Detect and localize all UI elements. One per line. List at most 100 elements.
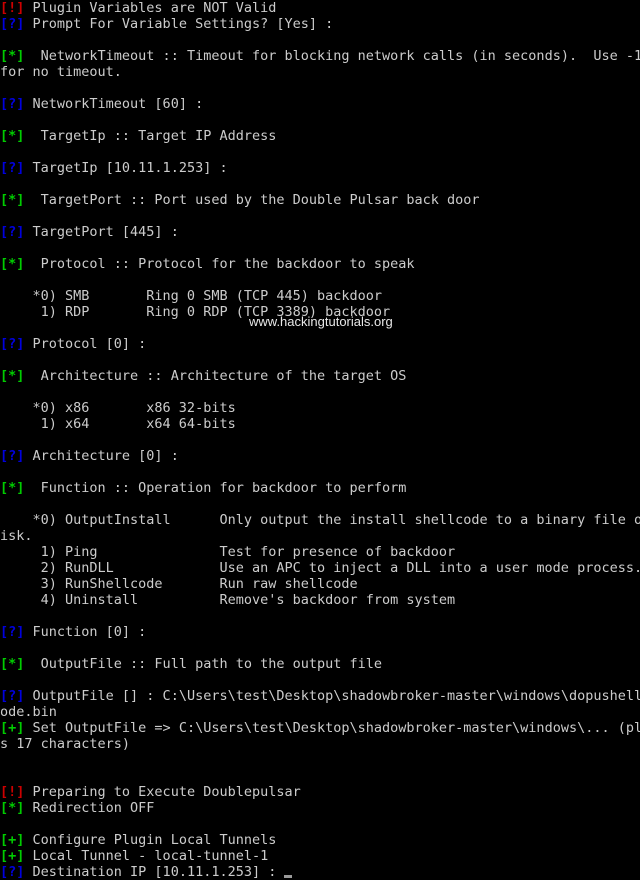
terminal-line: [?] NetworkTimeout [60] :: [0, 96, 640, 112]
terminal-line: [*] TargetPort :: Port used by the Doubl…: [0, 192, 640, 208]
status-tag-info: [*]: [0, 368, 25, 384]
status-tag-err: [!]: [0, 0, 25, 16]
status-tag-ask: [?]: [0, 224, 25, 240]
terminal-line-text: ode.bin: [0, 704, 57, 720]
terminal-line: for no timeout.: [0, 64, 640, 80]
status-tag-ask: [?]: [0, 96, 25, 112]
terminal-line: [?] OutputFile [] : C:\Users\test\Deskto…: [0, 688, 640, 704]
terminal-line-text: *0) OutputInstall Only output the instal…: [0, 512, 640, 528]
terminal-line: [+] Local Tunnel - local-tunnel-1: [0, 848, 640, 864]
terminal-line-text: 3) RunShellcode Run raw shellcode: [0, 576, 358, 592]
terminal-line-text: TargetIp [10.11.1.253] :: [24, 160, 228, 176]
terminal-line: [!] Plugin Variables are NOT Valid: [0, 0, 640, 16]
terminal-line-text: NetworkTimeout :: Timeout for blocking n…: [24, 48, 640, 64]
terminal-line-text: NetworkTimeout [60] :: [24, 96, 204, 112]
terminal-line-text: *0) SMB Ring 0 SMB (TCP 445) backdoor: [0, 288, 383, 304]
terminal-line: 4) Uninstall Remove's backdoor from syst…: [0, 592, 640, 608]
terminal-line: [!] Preparing to Execute Doublepulsar: [0, 784, 640, 800]
terminal-line: 3) RunShellcode Run raw shellcode: [0, 576, 640, 592]
terminal-line: [?] TargetIp [10.11.1.253] :: [0, 160, 640, 176]
status-tag-ask: [?]: [0, 160, 25, 176]
terminal-line-text: Prompt For Variable Settings? [Yes] :: [24, 16, 334, 32]
status-tag-ask: [?]: [0, 864, 25, 880]
terminal-line-text: Architecture :: Architecture of the targ…: [24, 368, 407, 384]
terminal-line-text: Preparing to Execute Doublepulsar: [24, 784, 301, 800]
terminal-line-text: 1) x64 x64 64-bits: [0, 416, 236, 432]
status-tag-ask: [?]: [0, 448, 25, 464]
terminal-line-text: OutputFile :: Full path to the output fi…: [24, 656, 383, 672]
terminal-line: [?] Protocol [0] :: [0, 336, 640, 352]
text-cursor: [284, 875, 293, 878]
terminal-line-text: Plugin Variables are NOT Valid: [24, 0, 277, 16]
terminal-line-text: Protocol :: Protocol for the backdoor to…: [24, 256, 415, 272]
terminal-line-text: Architecture [0] :: [24, 448, 179, 464]
terminal-line-text: Function [0] :: [24, 624, 147, 640]
status-tag-ask: [?]: [0, 16, 25, 32]
terminal-line-text: for no timeout.: [0, 64, 122, 80]
terminal-line: 1) x64 x64 64-bits: [0, 416, 640, 432]
status-tag-err: [!]: [0, 784, 25, 800]
terminal-line-text: 2) RunDLL Use an APC to inject a DLL int…: [0, 560, 640, 576]
status-tag-info: [*]: [0, 48, 25, 64]
terminal-line-text: Configure Plugin Local Tunnels: [24, 832, 277, 848]
status-tag-ask: [?]: [0, 336, 25, 352]
terminal-line-text: OutputFile [] : C:\Users\test\Desktop\sh…: [24, 688, 640, 704]
status-tag-ok: [+]: [0, 832, 25, 848]
terminal-line: 2) RunDLL Use an APC to inject a DLL int…: [0, 560, 640, 576]
terminal-output: [!] Plugin Variables are NOT Valid [?] Pr…: [0, 0, 640, 880]
terminal-line-text: Function :: Operation for backdoor to pe…: [24, 480, 407, 496]
terminal-line: s 17 characters): [0, 736, 640, 752]
terminal-line-text: *0) x86 x86 32-bits: [0, 400, 236, 416]
terminal-line-text: 4) Uninstall Remove's backdoor from syst…: [0, 592, 456, 608]
terminal-line-text: Destination IP [10.11.1.253] :: [24, 864, 285, 880]
status-tag-info: [*]: [0, 128, 25, 144]
status-tag-info: [*]: [0, 480, 25, 496]
terminal-line: [?] Function [0] :: [0, 624, 640, 640]
terminal-line-text: Redirection OFF: [24, 800, 155, 816]
terminal-line: [?] Architecture [0] :: [0, 448, 640, 464]
terminal-line: [+] Configure Plugin Local Tunnels: [0, 832, 640, 848]
terminal-line-text: Protocol [0] :: [24, 336, 147, 352]
status-tag-info: [*]: [0, 192, 25, 208]
status-tag-info: [*]: [0, 800, 25, 816]
terminal-line: [*] Function :: Operation for backdoor t…: [0, 480, 640, 496]
terminal-line: [+] Set OutputFile => C:\Users\test\Desk…: [0, 720, 640, 736]
terminal-line: *0) x86 x86 32-bits: [0, 400, 640, 416]
terminal-line: [?] Destination IP [10.11.1.253] :: [0, 864, 640, 880]
status-tag-ask: [?]: [0, 624, 25, 640]
terminal-line: *0) OutputInstall Only output the instal…: [0, 512, 640, 528]
terminal-line-text: Local Tunnel - local-tunnel-1: [24, 848, 269, 864]
terminal-line-text: Set OutputFile => C:\Users\test\Desktop\…: [24, 720, 640, 736]
terminal-line: [*] TargetIp :: Target IP Address: [0, 128, 640, 144]
terminal-line: [?] Prompt For Variable Settings? [Yes] …: [0, 16, 640, 32]
terminal-line: ode.bin: [0, 704, 640, 720]
terminal-line-text: TargetPort :: Port used by the Double Pu…: [24, 192, 480, 208]
status-tag-ok: [+]: [0, 848, 25, 864]
terminal-line: [*] OutputFile :: Full path to the outpu…: [0, 656, 640, 672]
terminal-line-text: 1) Ping Test for presence of backdoor: [0, 544, 456, 560]
terminal-line: *0) SMB Ring 0 SMB (TCP 445) backdoor: [0, 288, 640, 304]
terminal-window[interactable]: [!] Plugin Variables are NOT Valid [?] Pr…: [0, 0, 640, 880]
status-tag-ok: [+]: [0, 720, 25, 736]
terminal-line: [*] Architecture :: Architecture of the …: [0, 368, 640, 384]
terminal-line-text: s 17 characters): [0, 736, 131, 752]
terminal-line: [*] Redirection OFF: [0, 800, 640, 816]
terminal-line: [*] NetworkTimeout :: Timeout for blocki…: [0, 48, 640, 64]
status-tag-ask: [?]: [0, 688, 25, 704]
